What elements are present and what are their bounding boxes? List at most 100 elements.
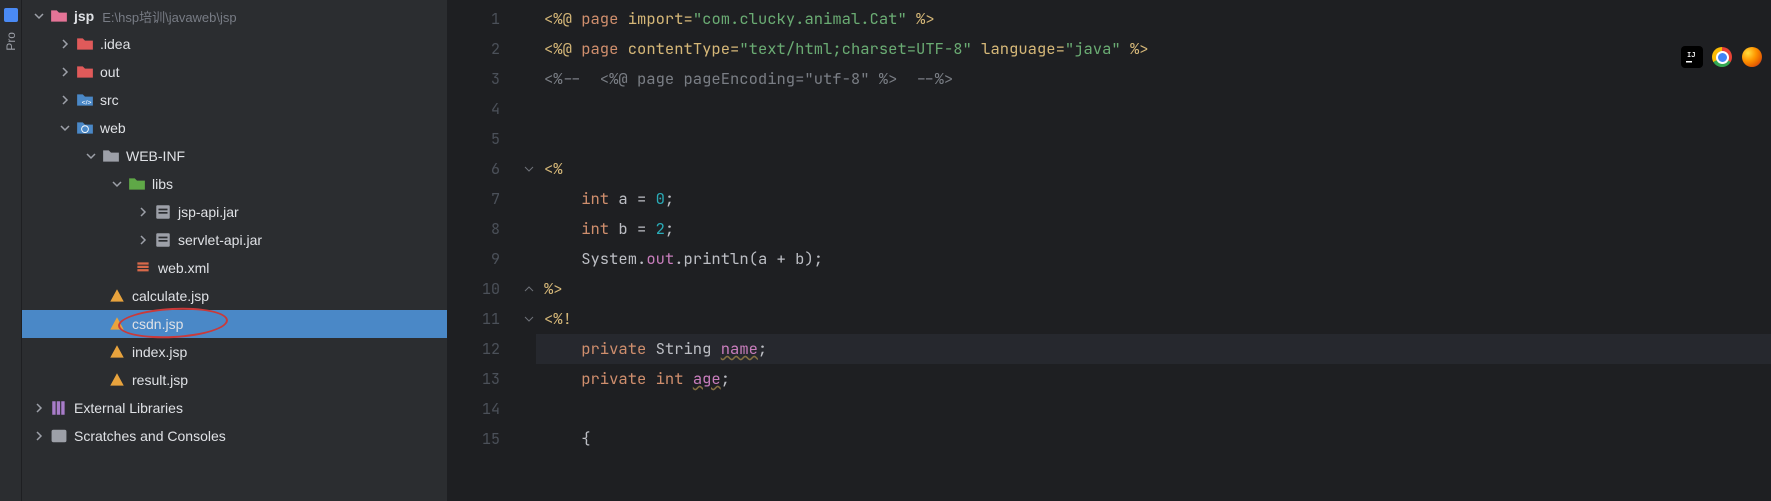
tree-label: csdn.jsp bbox=[132, 316, 183, 332]
tree-item-out[interactable]: out bbox=[22, 58, 447, 86]
folder-icon bbox=[76, 63, 94, 81]
code-line: %> bbox=[536, 274, 1771, 304]
tree-item-webinf[interactable]: WEB-INF bbox=[22, 142, 447, 170]
chevron-down-icon[interactable] bbox=[30, 7, 48, 25]
folder-icon bbox=[102, 147, 120, 165]
tree-item-libs[interactable]: libs bbox=[22, 170, 447, 198]
tree-label: jsp bbox=[74, 8, 94, 24]
chevron-right-icon[interactable] bbox=[56, 63, 74, 81]
code-line: <%-- <%@ page pageEncoding="utf-8" %> --… bbox=[536, 64, 1771, 94]
jar-icon bbox=[154, 203, 172, 221]
jsp-icon bbox=[108, 371, 126, 389]
code-line bbox=[536, 94, 1771, 124]
fold-icon[interactable] bbox=[522, 154, 536, 184]
folder-icon bbox=[76, 35, 94, 53]
project-tree[interactable]: jsp E:\hsp培训\javaweb\jsp .idea out </> s… bbox=[22, 0, 448, 501]
tree-item-webxml[interactable]: web.xml bbox=[22, 254, 447, 282]
code-line: private String name; bbox=[536, 334, 1771, 364]
code-line: int b = 2; bbox=[536, 214, 1771, 244]
browser-toolbar: IJ bbox=[1681, 46, 1763, 68]
line-number: 15 bbox=[448, 424, 500, 454]
tree-label: out bbox=[100, 64, 119, 80]
code-line: <%! bbox=[536, 304, 1771, 334]
editor[interactable]: 1 2 3 4 5 6 7 8 9 10 11 12 13 14 15 <%@ … bbox=[448, 0, 1771, 501]
svg-text:</>: </> bbox=[82, 100, 92, 107]
tree-label: servlet-api.jar bbox=[178, 232, 262, 248]
line-number: 2 bbox=[448, 34, 500, 64]
xml-icon bbox=[134, 259, 152, 277]
line-number: 9 bbox=[448, 244, 500, 274]
code-line bbox=[536, 394, 1771, 424]
jsp-icon bbox=[108, 315, 126, 333]
code-line: private int age; bbox=[536, 364, 1771, 394]
line-number: 4 bbox=[448, 94, 500, 124]
tree-item-web[interactable]: web bbox=[22, 114, 447, 142]
tool-window-bar[interactable]: Pro bbox=[0, 0, 22, 501]
project-tool-label: Pro bbox=[4, 32, 18, 51]
chevron-right-icon[interactable] bbox=[30, 399, 48, 417]
jar-icon bbox=[154, 231, 172, 249]
chevron-right-icon[interactable] bbox=[134, 203, 152, 221]
line-number: 11 bbox=[448, 304, 500, 334]
line-number: 10 bbox=[448, 274, 500, 304]
line-number: 12 bbox=[448, 334, 500, 364]
tree-label: src bbox=[100, 92, 119, 108]
tree-item-jspapi[interactable]: jsp-api.jar bbox=[22, 198, 447, 226]
chrome-icon[interactable] bbox=[1711, 46, 1733, 68]
line-number: 3 bbox=[448, 64, 500, 94]
code-line: { bbox=[536, 424, 1771, 454]
chevron-right-icon[interactable] bbox=[30, 427, 48, 445]
line-number: 1 bbox=[448, 4, 500, 34]
code-area[interactable]: <%@ page import="com.clucky.animal.Cat" … bbox=[536, 0, 1771, 501]
tree-label: External Libraries bbox=[74, 400, 183, 416]
lib-folder-icon bbox=[128, 175, 146, 193]
console-icon bbox=[50, 427, 68, 445]
chevron-right-icon[interactable] bbox=[56, 35, 74, 53]
tree-item-idea[interactable]: .idea bbox=[22, 30, 447, 58]
tree-label: Scratches and Consoles bbox=[74, 428, 226, 444]
tree-path: E:\hsp培训\javaweb\jsp bbox=[102, 7, 236, 26]
tree-item-csdn[interactable]: csdn.jsp bbox=[22, 310, 447, 338]
line-number: 7 bbox=[448, 184, 500, 214]
tree-item-result[interactable]: result.jsp bbox=[22, 366, 447, 394]
chevron-down-icon[interactable] bbox=[56, 119, 74, 137]
tree-label: .idea bbox=[100, 36, 130, 52]
fold-column bbox=[522, 0, 536, 501]
tree-item-extlib[interactable]: External Libraries bbox=[22, 394, 447, 422]
fold-icon[interactable] bbox=[522, 274, 536, 304]
firefox-icon[interactable] bbox=[1741, 46, 1763, 68]
tree-item-calculate[interactable]: calculate.jsp bbox=[22, 282, 447, 310]
chevron-down-icon[interactable] bbox=[108, 175, 126, 193]
tree-item-servletapi[interactable]: servlet-api.jar bbox=[22, 226, 447, 254]
intellij-icon[interactable]: IJ bbox=[1681, 46, 1703, 68]
web-folder-icon bbox=[76, 119, 94, 137]
library-icon bbox=[50, 399, 68, 417]
tree-label: web bbox=[100, 120, 126, 136]
tree-label: calculate.jsp bbox=[132, 288, 209, 304]
svg-text:IJ: IJ bbox=[1687, 51, 1695, 60]
project-tool-icon bbox=[4, 8, 18, 22]
code-line: System.out.println(a + b); bbox=[536, 244, 1771, 274]
src-folder-icon: </> bbox=[76, 91, 94, 109]
tree-item-src[interactable]: </> src bbox=[22, 86, 447, 114]
jsp-icon bbox=[108, 343, 126, 361]
tree-label: libs bbox=[152, 176, 173, 192]
tree-item-index[interactable]: index.jsp bbox=[22, 338, 447, 366]
tree-item-scratches[interactable]: Scratches and Consoles bbox=[22, 422, 447, 450]
tree-label: index.jsp bbox=[132, 344, 187, 360]
chevron-right-icon[interactable] bbox=[56, 91, 74, 109]
fold-icon[interactable] bbox=[522, 304, 536, 334]
line-number: 14 bbox=[448, 394, 500, 424]
tree-root-jsp[interactable]: jsp E:\hsp培训\javaweb\jsp bbox=[22, 2, 447, 30]
jsp-icon bbox=[108, 287, 126, 305]
code-line: int a = 0; bbox=[536, 184, 1771, 214]
code-line: <%@ page contentType="text/html;charset=… bbox=[536, 34, 1771, 64]
chevron-right-icon[interactable] bbox=[134, 231, 152, 249]
line-number: 5 bbox=[448, 124, 500, 154]
line-number: 6 bbox=[448, 154, 500, 184]
tree-label: WEB-INF bbox=[126, 148, 185, 164]
chevron-down-icon[interactable] bbox=[82, 147, 100, 165]
tree-label: jsp-api.jar bbox=[178, 204, 239, 220]
code-line: <%@ page import="com.clucky.animal.Cat" … bbox=[536, 4, 1771, 34]
tree-label: result.jsp bbox=[132, 372, 188, 388]
